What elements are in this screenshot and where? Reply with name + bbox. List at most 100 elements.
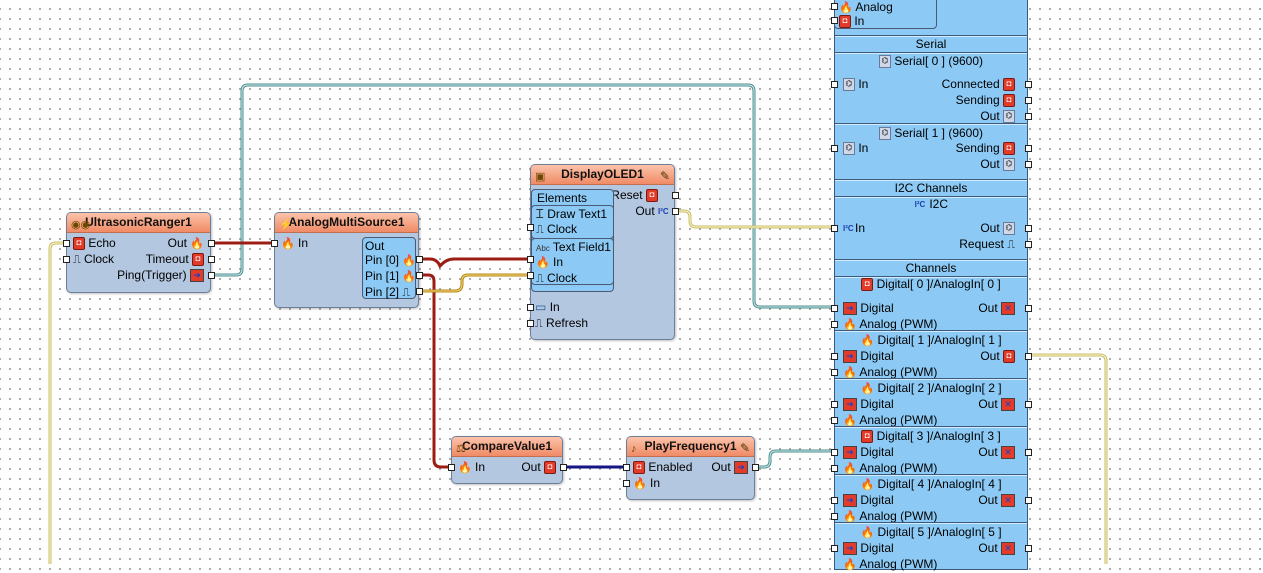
analog-multi-source-component[interactable]: ⚡ AnalogMultiSource1 🔥 In Out Pin [0] 🔥 … <box>271 212 423 308</box>
play-frequency-component[interactable]: ♪ PlayFrequency1 ✎ ◘ Enabled 🔥 In Out ➜ <box>623 436 759 500</box>
pin-analog-pin1[interactable] <box>416 272 423 279</box>
tools-icon[interactable]: ✎ <box>740 439 750 458</box>
i2c-icon: I²C <box>843 224 854 234</box>
analog-flame-icon: 🔥 <box>843 559 857 571</box>
pin-serial0-in[interactable] <box>831 81 838 88</box>
clock-icon: ⎍ <box>535 317 543 330</box>
text-cursor-icon: Ꮖ <box>536 207 544 221</box>
pin-serial1-sending[interactable] <box>1025 145 1032 152</box>
wire-pin1-to-compare[interactable] <box>421 273 451 469</box>
pin-channel-3-digital[interactable] <box>831 449 838 456</box>
pin-clock[interactable] <box>63 256 70 263</box>
compare-value-component[interactable]: ⚖ CompareValue1 🔥 In Out ◘ <box>448 436 567 484</box>
channel-1: 🔥 Digital[ 1 ]/AnalogIn[ 1 ] ➜ Digital O… <box>831 332 1032 380</box>
wire-echo-left[interactable] <box>48 241 66 564</box>
digital-icon: ◘ <box>861 430 874 444</box>
analog-pin1-label: Pin [1] <box>365 269 400 283</box>
wire-pin2-to-clock[interactable] <box>421 273 530 293</box>
play-header[interactable]: ♪ PlayFrequency1 ✎ <box>627 437 754 457</box>
digital-icon: ◘ <box>1003 350 1015 364</box>
pin-channel-1-analog[interactable] <box>831 369 838 376</box>
analog-flame-icon: 🔥 <box>281 238 295 250</box>
pin-channel-1-digital[interactable] <box>831 353 838 360</box>
wire-digital1-out[interactable] <box>1029 353 1108 564</box>
monitor-icon: ▭ <box>535 300 547 314</box>
tools-icon[interactable]: ✎ <box>660 167 670 186</box>
pin-drawtext-clock[interactable] <box>527 224 534 231</box>
digital-in-icon: ➜ <box>843 350 857 364</box>
pin-display-out[interactable] <box>672 208 679 215</box>
pin-channel-0-analog[interactable] <box>831 321 838 328</box>
text-field-element[interactable]: Abc Text Field1 🔥 In ⎍ Clock <box>531 238 614 285</box>
digital-icon: ◘ <box>192 253 204 267</box>
pin-channel-3-analog[interactable] <box>831 465 838 472</box>
pin-compare-out[interactable] <box>560 464 567 471</box>
draw-text-element[interactable]: Ꮖ Draw Text1 ⎍ Clock <box>531 205 614 239</box>
display-elements-group: Elements Ꮖ Draw Text1 ⎍ Clock Abc Text F… <box>531 189 614 292</box>
pin-channel-0-digital[interactable] <box>831 305 838 312</box>
pin-top-analog[interactable] <box>831 3 838 10</box>
pin-compare-in[interactable] <box>448 464 455 471</box>
pin-textfield-in[interactable] <box>527 256 534 263</box>
pin-channel-2-analog[interactable] <box>831 417 838 424</box>
display-refresh-label: Refresh <box>546 316 589 330</box>
pin-play-out[interactable] <box>752 464 759 471</box>
arduino-board-component[interactable]: 🔥 Analog ◘ In Serial ⌬ Serial[ 0 ] (9600… <box>831 0 1032 571</box>
ultrasonic-header[interactable]: ◉◉ UltrasonicRanger1 <box>67 213 210 233</box>
pin-i2c-request[interactable] <box>1025 241 1032 248</box>
pin-i2c-in[interactable] <box>831 225 838 232</box>
pin-channel-3-out[interactable] <box>1025 449 1032 456</box>
serial-icon: ⌬ <box>878 127 891 141</box>
pin-display-in[interactable] <box>527 304 534 311</box>
pin-channel-4-out[interactable] <box>1025 497 1032 504</box>
pin-channel-0-out[interactable] <box>1025 305 1032 312</box>
pin-display-refresh[interactable] <box>527 320 534 327</box>
pin-channel-2-digital[interactable] <box>831 401 838 408</box>
pin-channel-1-out[interactable] <box>1025 353 1032 360</box>
wire-pin0-to-textfield[interactable] <box>421 257 530 269</box>
channel-5-digital: Digital <box>860 541 894 555</box>
pin-analog-pin0[interactable] <box>416 256 423 263</box>
pin-play-enabled[interactable] <box>623 464 630 471</box>
pin-analog-pin2[interactable] <box>416 288 423 295</box>
top-in-label: In <box>854 14 865 28</box>
pin-serial1-in[interactable] <box>831 145 838 152</box>
serial-icon: ⌬ <box>1003 222 1015 236</box>
pin-textfield-clock[interactable] <box>527 272 534 279</box>
pin-serial0-out[interactable] <box>1025 113 1032 120</box>
display-out-label: Out <box>635 204 655 218</box>
channel-0: ◘ Digital[ 0 ]/AnalogIn[ 0 ] ➜ Digital O… <box>831 276 1032 331</box>
pin-timeout[interactable] <box>208 256 215 263</box>
pin-i2c-out[interactable] <box>1025 225 1032 232</box>
clock-icon: ⎍ <box>73 253 81 266</box>
pin-channel-4-analog[interactable] <box>831 513 838 520</box>
pin-ping[interactable] <box>208 272 215 279</box>
display-oled-component[interactable]: ▣ DisplayOLED1 ✎ Reset ◘ Out I²C Element… <box>527 164 679 340</box>
pin-channel-5-digital[interactable] <box>831 545 838 552</box>
ultrasonic-ranger-component[interactable]: ◉◉ UltrasonicRanger1 ◘ Echo ⎍ Clock Out … <box>63 212 215 293</box>
channel-3: ◘ Digital[ 3 ]/AnalogIn[ 3 ] ➜ Digital O… <box>831 428 1032 476</box>
pin-analog-in[interactable] <box>271 240 278 247</box>
channel-1-digital: Digital <box>860 349 894 363</box>
pin-top-in[interactable] <box>831 17 838 24</box>
digital-icon: ◘ <box>861 278 874 292</box>
pin-display-reset[interactable] <box>672 192 679 199</box>
mixed-out-icon: ✕ <box>1001 398 1015 412</box>
pin-channel-4-digital[interactable] <box>831 497 838 504</box>
pin-echo[interactable] <box>63 240 70 247</box>
pin-play-in[interactable] <box>623 480 630 487</box>
wire-display-to-i2c[interactable] <box>677 209 834 229</box>
analog-multi-header[interactable]: ⚡ AnalogMultiSource1 <box>275 213 418 233</box>
pin-serial0-connected[interactable] <box>1025 81 1032 88</box>
i2c-sub-label: I2C <box>929 197 949 211</box>
pin-channel-5-out[interactable] <box>1025 545 1032 552</box>
mixed-out-icon: ✕ <box>1001 494 1015 508</box>
channel-2-digital: Digital <box>860 397 894 411</box>
display-header[interactable]: ▣ DisplayOLED1 ✎ <box>531 165 674 185</box>
pin-serial1-out[interactable] <box>1025 161 1032 168</box>
pin-serial0-sending[interactable] <box>1025 97 1032 104</box>
pin-channel-2-out[interactable] <box>1025 401 1032 408</box>
pin-out[interactable] <box>208 240 215 247</box>
wire-play-to-digital3[interactable] <box>757 449 834 469</box>
compare-header[interactable]: ⚖ CompareValue1 <box>452 437 562 457</box>
